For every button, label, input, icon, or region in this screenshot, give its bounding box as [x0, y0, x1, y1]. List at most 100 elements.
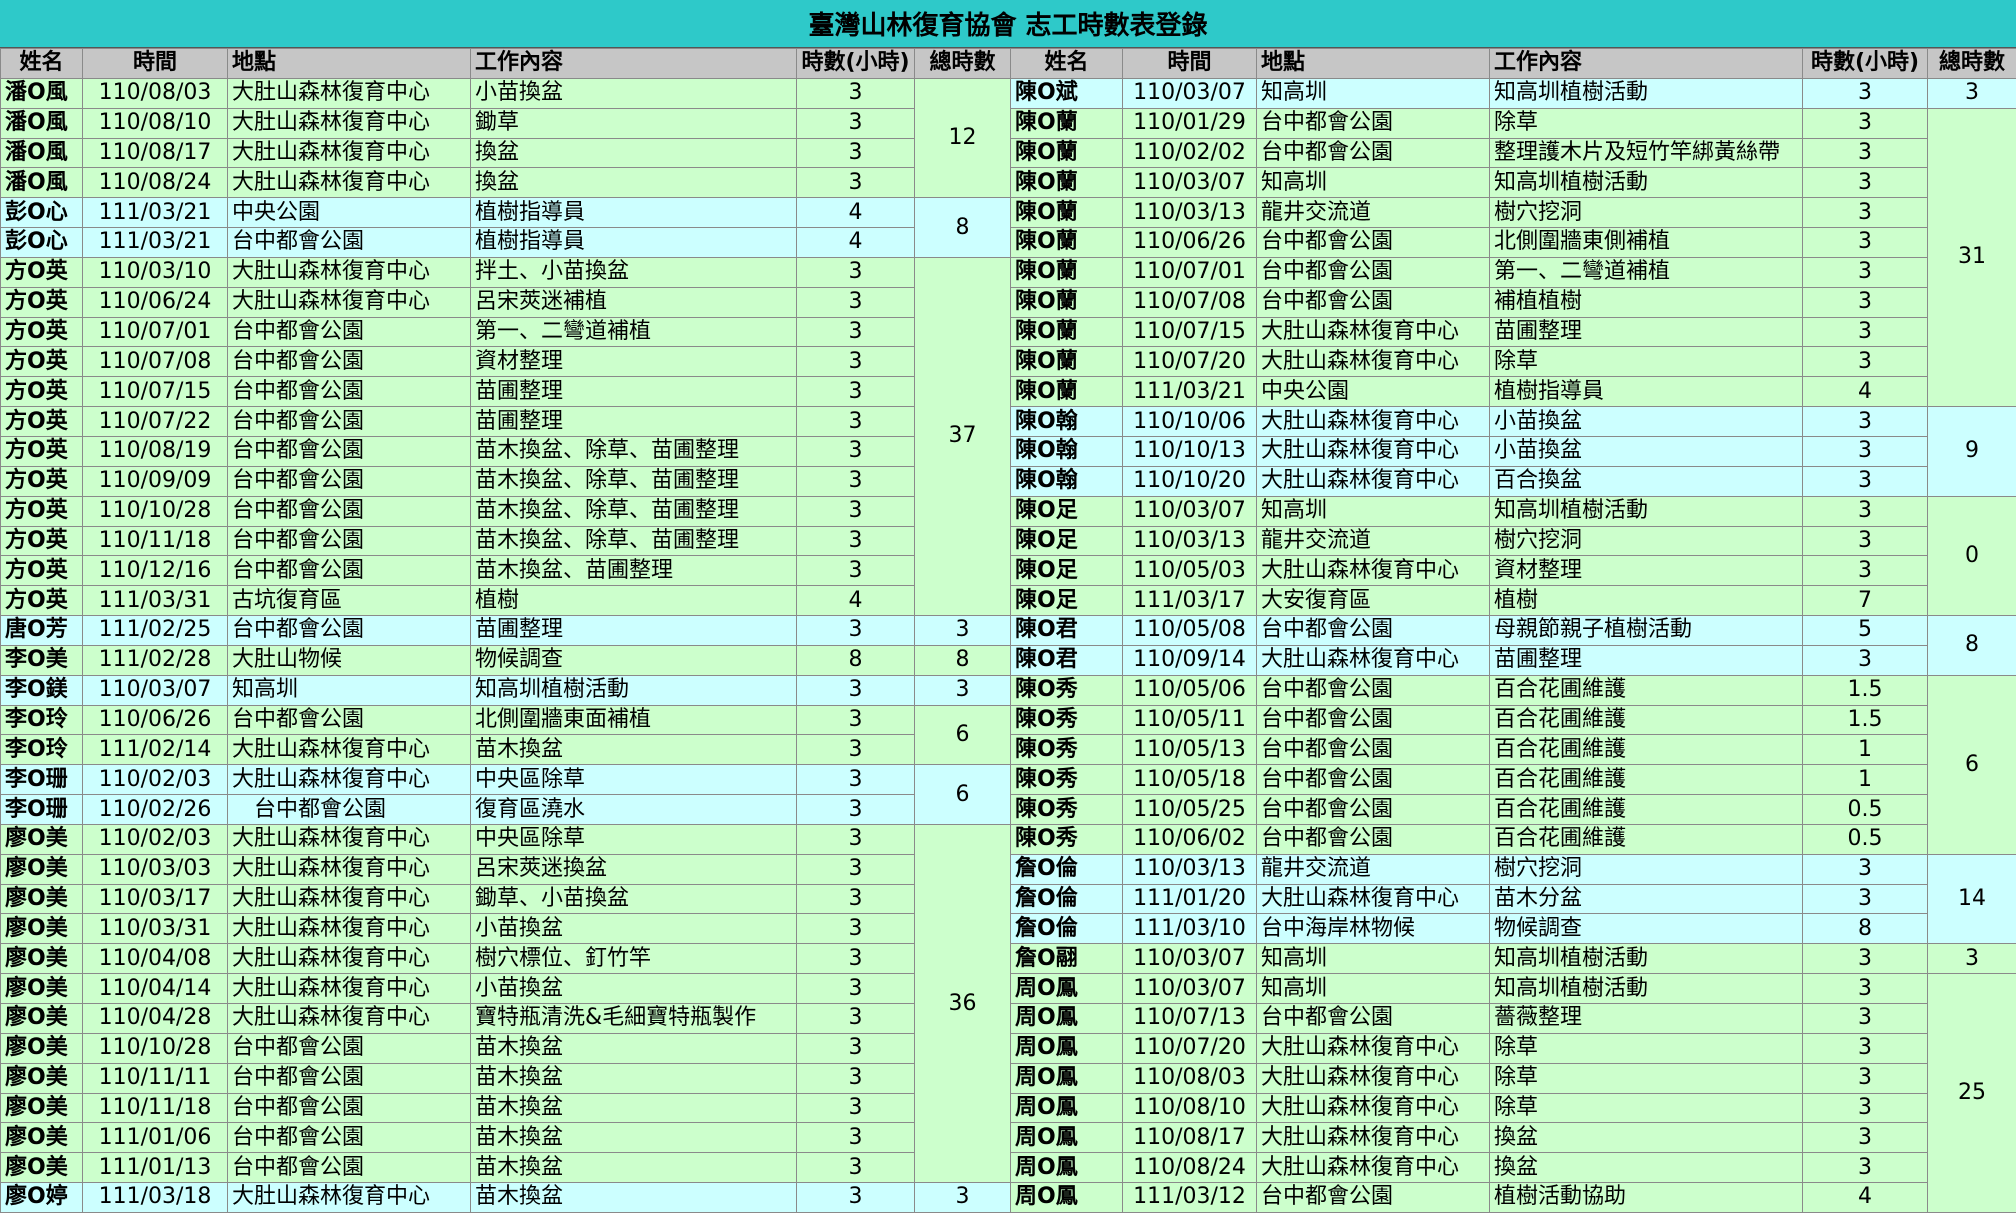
- cell-work: 植樹活動協助: [1489, 1182, 1803, 1213]
- cell-work: 百合換盆: [1489, 465, 1803, 497]
- cell-date: 110/07/15: [82, 376, 228, 408]
- header-name: 姓名: [1010, 48, 1123, 79]
- cell-hours: 0.5: [1802, 823, 1928, 855]
- table-row: 周O鳳 110/08/03 大肚山森林復育中心 除草 3: [1010, 1062, 2016, 1094]
- cell-place: 知高圳: [1256, 77, 1490, 109]
- table-row: 陳O秀 110/05/06 台中都會公園 百合花圃維護 1.5 6: [1010, 674, 2016, 855]
- cell-date: 111/01/20: [1122, 883, 1257, 915]
- cell-name: 方O英: [0, 555, 83, 587]
- cell-work: 物候調查: [1489, 913, 1803, 945]
- cell-total: 6: [914, 704, 1011, 766]
- cell-work: 苗圃整理: [1489, 316, 1803, 348]
- cell-date: 110/11/18: [82, 525, 228, 557]
- cell-place: 大肚山森林復育中心: [1256, 1032, 1490, 1064]
- cell-hours: 3: [796, 346, 915, 378]
- cell-hours: 3: [1802, 555, 1928, 587]
- cell-work: 苗木換盆: [470, 1062, 797, 1094]
- cell-date: 111/03/17: [1122, 585, 1257, 617]
- cell-name: 廖O婷: [0, 1182, 83, 1213]
- cell-place: 大肚山森林復育中心: [227, 823, 471, 855]
- table-row: 陳O蘭 110/02/02 台中都會公園 整理護木片及短竹竿綁黃絲帶 3: [1010, 137, 2016, 169]
- cell-date: 110/07/13: [1122, 1003, 1257, 1034]
- cell-date: 110/03/07: [1122, 77, 1257, 109]
- cell-date: 110/05/18: [1122, 764, 1257, 796]
- page-title: 臺灣山林復育協會 志工時數表登錄: [0, 0, 2016, 48]
- table-row: 廖O美 110/02/03 大肚山森林復育中心 中央區除草 3 36: [0, 823, 1011, 1184]
- cell-total: 0: [1927, 495, 2016, 617]
- cell-hours: 3: [1802, 1092, 1928, 1124]
- cell-date: 110/07/20: [1122, 346, 1257, 378]
- cell-place: 台中都會公園: [1256, 1003, 1490, 1034]
- cell-date: 110/03/07: [1122, 973, 1257, 1004]
- cell-date: 111/02/14: [82, 734, 228, 766]
- cell-date: 111/02/28: [82, 644, 228, 676]
- cell-date: 110/10/13: [1122, 435, 1257, 467]
- cell-total: 25: [1927, 973, 2016, 1213]
- cell-name: 陳O斌: [1010, 77, 1123, 109]
- cell-place: 大肚山森林復育中心: [227, 943, 471, 975]
- cell-place: 大肚山森林復育中心: [1256, 1122, 1490, 1154]
- cell-place: 大肚山森林復育中心: [227, 734, 471, 766]
- table-row: 方O英 110/10/28 台中都會公園 苗木換盆、除草、苗圃整理 3: [0, 495, 1011, 527]
- cell-hours: 3: [796, 77, 915, 109]
- cell-date: 110/05/25: [1122, 794, 1257, 825]
- table-row: 李O鎂 110/03/07 知高圳 知高圳植樹活動 3 3: [0, 674, 1011, 706]
- cell-work: 除草: [1489, 1062, 1803, 1094]
- table-row: 方O英 110/11/18 台中都會公園 苗木換盆、除草、苗圃整理 3: [0, 525, 1011, 557]
- cell-date: 110/05/06: [1122, 674, 1257, 706]
- cell-name: 陳O足: [1010, 495, 1123, 527]
- cell-total: 37: [914, 256, 1011, 617]
- cell-hours: 3: [796, 1092, 915, 1124]
- table-row: 陳O足 110/03/13 龍井交流道 樹穴挖洞 3: [1010, 525, 2016, 557]
- cell-date: 110/02/03: [82, 764, 228, 796]
- table-row: 廖O美 110/04/14 大肚山森林復育中心 小苗換盆 3: [0, 973, 1011, 1004]
- volunteer-table-right: 姓名 時間 地點 工作內容 時數(小時) 總時數 陳O斌 110/03/07 知高圳…: [1010, 48, 2016, 1213]
- cell-place: 大肚山森林復育中心: [227, 764, 471, 796]
- table-row: 陳O秀 110/05/13 台中都會公園 百合花圃維護 1: [1010, 734, 2016, 766]
- cell-place: 龍井交流道: [1256, 853, 1490, 885]
- cell-name: 周O鳳: [1010, 973, 1123, 1004]
- cell-place: 大肚山森林復育中心: [1256, 346, 1490, 378]
- cell-name: 廖O美: [0, 1003, 83, 1034]
- cell-date: 110/03/03: [82, 853, 228, 885]
- cell-name: 陳O蘭: [1010, 376, 1123, 408]
- header-work: 工作內容: [1489, 48, 1803, 79]
- table-row: 方O英 110/03/10 大肚山森林復育中心 拌土、小苗換盆 3 37: [0, 256, 1011, 617]
- cell-hours: 1: [1802, 734, 1928, 766]
- cell-name: 廖O美: [0, 1032, 83, 1064]
- cell-total: 8: [914, 197, 1011, 258]
- cell-work: 苗木換盆、除草、苗圃整理: [470, 465, 797, 497]
- cell-place: 台中都會公園: [227, 316, 471, 348]
- cell-hours: 3: [1802, 406, 1928, 437]
- cell-hours: 3: [796, 1032, 915, 1064]
- cell-work: 北側圍牆東側補植: [1489, 227, 1803, 258]
- cell-date: 110/03/31: [82, 913, 228, 945]
- cell-hours: 3: [796, 674, 915, 706]
- table-row: 李O珊 110/02/03 大肚山森林復育中心 中央區除草 3 6: [0, 764, 1011, 825]
- table-row: 李O美 111/02/28 大肚山物候 物候調查 8 8: [0, 644, 1011, 676]
- cell-work: 寶特瓶清洗&毛細寶特瓶製作: [470, 1003, 797, 1034]
- table-body-left: 潘O風 110/08/03 大肚山森林復育中心 小苗換盆 3 12 潘O風 110/08/10…: [0, 77, 1011, 1213]
- cell-place: 台中都會公園: [1256, 1182, 1490, 1213]
- cell-place: 台中都會公園: [227, 465, 471, 497]
- cell-work: 知高圳植樹活動: [1489, 77, 1803, 109]
- cell-hours: 3: [796, 316, 915, 348]
- cell-name: 陳O秀: [1010, 764, 1123, 796]
- cell-name: 詹O倫: [1010, 913, 1123, 945]
- cell-name: 方O英: [0, 316, 83, 348]
- cell-date: 110/03/17: [82, 883, 228, 915]
- table-row: 陳O翰 110/10/20 大肚山森林復育中心 百合換盆 3: [1010, 465, 2016, 497]
- cell-place: 中央公園: [1256, 376, 1490, 408]
- cell-name: 廖O美: [0, 973, 83, 1004]
- cell-name: 陳O蘭: [1010, 107, 1123, 139]
- table-row: 詹O倫 110/03/13 龍井交流道 樹穴挖洞 3 14: [1010, 853, 2016, 945]
- header-hours: 時數(小時): [796, 48, 915, 79]
- cell-name: 陳O秀: [1010, 704, 1123, 736]
- cell-work: 苗圃整理: [470, 406, 797, 437]
- cell-place: 台中都會公園: [227, 346, 471, 378]
- cell-name: 方O英: [0, 256, 83, 288]
- cell-work: 苗木換盆: [470, 1122, 797, 1154]
- cell-name: 陳O秀: [1010, 674, 1123, 706]
- cell-work: 小苗換盆: [470, 913, 797, 945]
- cell-work: 知高圳植樹活動: [1489, 943, 1803, 975]
